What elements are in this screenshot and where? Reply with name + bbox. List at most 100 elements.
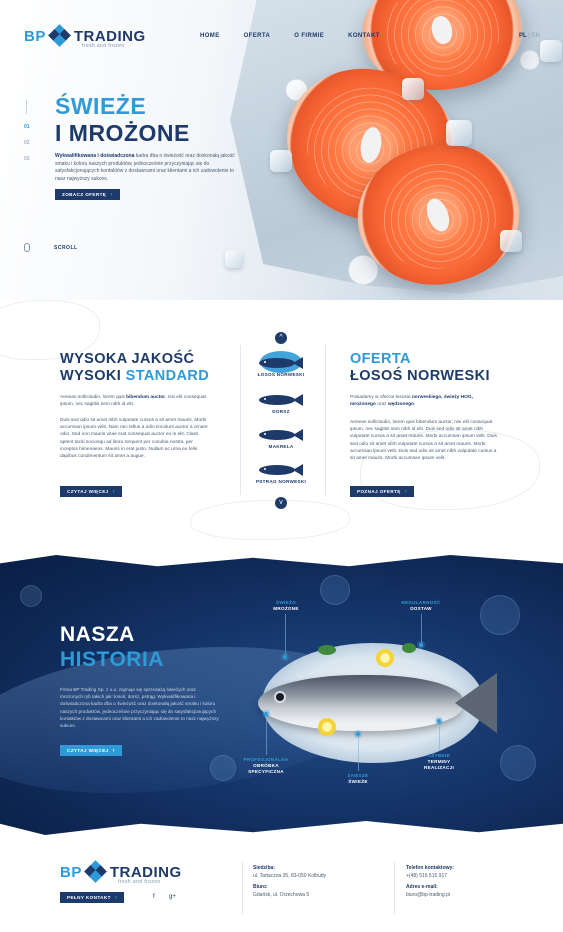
ice-cube — [402, 78, 424, 100]
cod-icon — [259, 394, 303, 406]
arrow-right-icon: › — [112, 747, 116, 754]
quality-title-line1: WYSOKA JAKOŚĆ — [60, 351, 195, 367]
divider — [325, 345, 326, 495]
callout-connector — [285, 614, 286, 656]
callout-line: DOSTAW — [410, 606, 432, 611]
callout-processing: PROFESJONALNA OBRÓBKA SPECYFICZNA — [242, 757, 290, 775]
nav-about[interactable]: O FIRMIE — [294, 33, 324, 39]
nav-home[interactable]: HOME — [200, 33, 220, 39]
office-label: Biuro: — [253, 884, 268, 890]
lang-en[interactable]: EN — [532, 33, 540, 39]
slide-01[interactable]: 01 — [24, 124, 30, 130]
tuna-image — [258, 675, 463, 731]
callout-pin[interactable] — [356, 732, 360, 736]
fish-menu-item-trout[interactable]: PSTRĄG NORWESKI — [246, 464, 316, 484]
lemon-slice — [376, 649, 394, 667]
scroll-label[interactable]: SCROLL — [54, 245, 78, 251]
quality-body: Duis sed odio sit amet nibh vulputate cu… — [60, 418, 208, 460]
slide-indicator-line — [26, 100, 28, 114]
full-contact-button[interactable]: PEŁNY KONTAKT › — [60, 892, 125, 903]
footer-address: Siedziba: ul. Tartaczna 35, 83-050 Kolbu… — [253, 864, 326, 899]
fish-menu-item-cod[interactable]: DORSZ — [246, 394, 316, 414]
footer-contact: Telefon kontaktowy: +(48) 516 515 917 Ad… — [406, 864, 454, 899]
slide-indicator: 01 02 03 — [24, 100, 30, 162]
fish-menu-item-mackerel[interactable]: MAKRELA — [246, 429, 316, 449]
quality-intro-a: Aenean sollicitudin, lorem quis — [60, 395, 127, 400]
arrow-right-icon: › — [112, 488, 116, 495]
logo-trading: TRADING — [73, 27, 146, 45]
offer-intro: Posiadamy w ofercie łososia norweskiego,… — [350, 394, 500, 408]
offer-intro-b: oraz — [375, 402, 388, 408]
offer-body: Aenean sollicitudin, lorem quis bibendum… — [350, 420, 497, 462]
callout-delivery: REGULARNOŚĆ DOSTAW — [398, 600, 444, 612]
phone-label: Telefon kontaktowy: — [406, 865, 454, 871]
offer-title-line1: OFERTA — [350, 351, 411, 367]
facebook-icon[interactable]: f — [153, 894, 155, 900]
callout-line: ŚWIEŻE — [348, 779, 368, 784]
logo-bp: BP — [60, 863, 82, 881]
lemon-slice — [318, 718, 336, 736]
discover-offer-label: POZNAJ OFERTĘ — [357, 489, 401, 494]
read-more-button[interactable]: CZYTAJ WIĘCEJ › — [60, 486, 123, 497]
email-label: Adres e-mail: — [406, 884, 438, 890]
ice-cube — [446, 120, 472, 146]
hero-text-bold: Wykwalifikowana i doświadczona — [55, 153, 135, 159]
fish-label: MAKRELA — [268, 444, 294, 449]
read-more-label: CZYTAJ WIĘCEJ — [67, 489, 109, 494]
callout-connector — [358, 735, 359, 771]
full-contact-label: PEŁNY KONTAKT — [67, 895, 111, 900]
google-plus-icon[interactable]: g+ — [169, 894, 176, 900]
history-title-line1: NASZA — [60, 623, 135, 646]
language-switcher: PL | EN — [519, 33, 540, 39]
divider — [240, 345, 241, 495]
herb-garnish — [402, 643, 416, 653]
callout-pin[interactable] — [437, 719, 441, 723]
ice-cube — [270, 150, 292, 172]
lang-pl[interactable]: PL — [519, 33, 527, 39]
chevron-up-icon: ^ — [279, 334, 283, 341]
hero-description: Wykwalifikowana i doświadczona kadra dba… — [55, 153, 245, 183]
ice-bubble — [480, 595, 520, 635]
callout-connector — [266, 715, 267, 755]
logo[interactable]: BP TRADING fresh and frozen — [24, 24, 146, 49]
see-offer-button[interactable]: ZOBACZ OFERTĘ › — [55, 189, 120, 200]
office-value: Gdańsk, ul. Orzechowa 5 — [253, 892, 310, 898]
herb-garnish — [318, 645, 336, 655]
email-value[interactable]: biuro@bp-trading.pl — [406, 891, 454, 899]
callout-line: REALIZACJI — [423, 765, 455, 770]
ice-bubble — [20, 585, 42, 607]
slide-02[interactable]: 02 — [24, 140, 30, 146]
nav-contact[interactable]: KONTAKT — [348, 33, 380, 39]
history-read-more-button[interactable]: CZYTAJ WIĘCEJ › — [60, 745, 123, 756]
discover-offer-button[interactable]: POZNAJ OFERTĘ › — [350, 486, 415, 497]
footer-logo[interactable]: BP TRADING fresh and frozen — [60, 860, 182, 885]
nav-offer[interactable]: OFERTA — [244, 33, 271, 39]
footer-divider — [242, 862, 243, 914]
logo-mark-icon — [83, 860, 107, 883]
hq-value: ul. Tartaczna 35, 83-050 Kolbudy — [253, 873, 327, 879]
ice-cube — [500, 230, 522, 252]
offer-title-line2: ŁOSOŚ NORWESKI — [350, 367, 490, 384]
footer-divider — [394, 862, 395, 914]
mouse-scroll-icon — [24, 243, 30, 252]
callout-pin[interactable] — [264, 712, 268, 716]
slide-03[interactable]: 03 — [24, 156, 30, 162]
offer-intro-c: . — [413, 402, 416, 408]
offer-intro-a: Posiadamy w ofercie łososia — [350, 395, 412, 400]
fish-menu-down-button[interactable]: v — [275, 497, 287, 509]
logo-mark-icon — [47, 24, 71, 47]
quality-title: WYSOKA JAKOŚĆ WYSOKI STANDARD — [60, 351, 209, 384]
callout-fast-delivery: SZYBKIE TERMINY REALIZACJI — [418, 753, 460, 771]
fish-label: PSTRĄG NORWESKI — [255, 479, 307, 484]
hq-label: Siedziba: — [253, 865, 275, 871]
hero-title-line1: ŚWIEŻE — [55, 93, 147, 119]
tuna-tail — [455, 673, 497, 733]
callout-pin[interactable] — [283, 655, 287, 659]
ice-bubble — [320, 575, 350, 605]
callout-line: SPECYFICZNA — [248, 769, 284, 774]
fish-menu-item-salmon[interactable]: ŁOSOŚ NORWESKI — [246, 351, 316, 377]
fish-menu-up-button[interactable]: ^ — [275, 332, 287, 344]
phone-value[interactable]: +(48) 516 515 917 — [406, 872, 454, 880]
callout-pin[interactable] — [419, 643, 423, 647]
ice-cube — [225, 250, 243, 268]
